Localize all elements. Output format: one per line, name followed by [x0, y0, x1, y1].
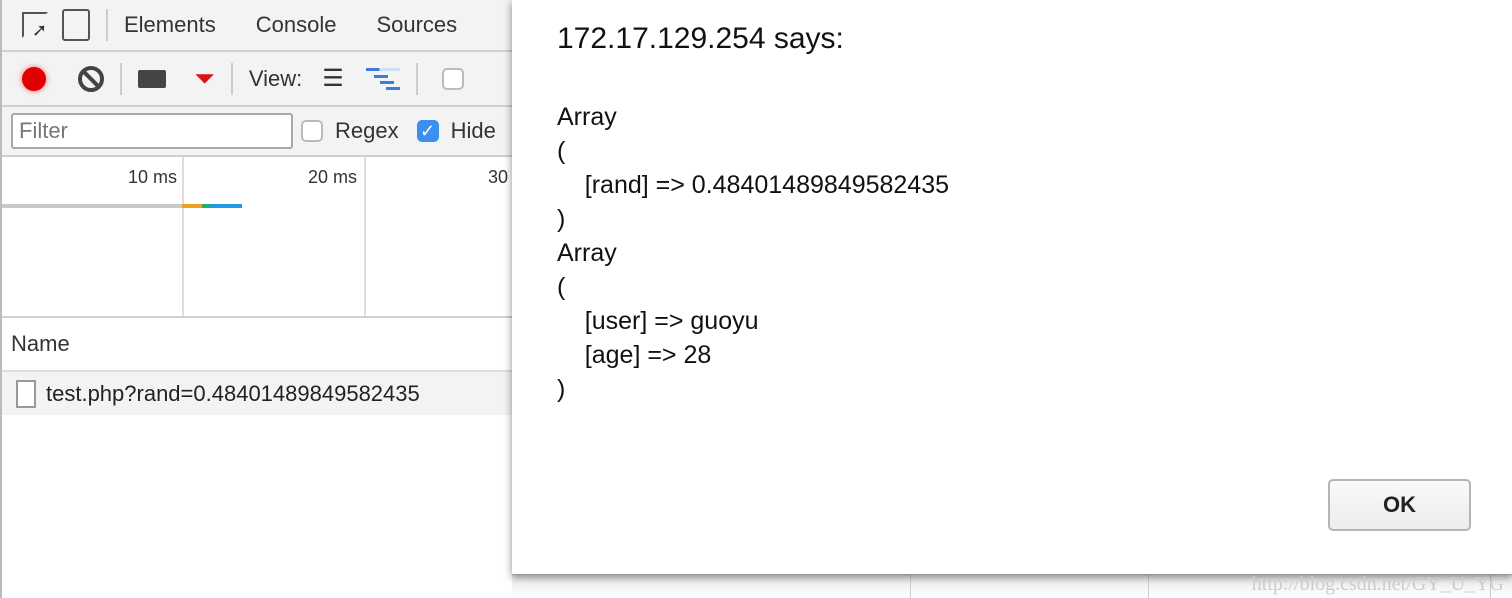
- divider: [415, 62, 418, 95]
- regex-label: Regex: [335, 118, 399, 143]
- filter-row: Regex ✓ Hide: [2, 107, 520, 157]
- hide-label: Hide: [450, 118, 496, 143]
- toolbar-checkbox[interactable]: [441, 67, 464, 90]
- gridline: [364, 157, 366, 316]
- device-toolbar-icon[interactable]: [62, 9, 90, 41]
- gridline: [182, 157, 184, 316]
- alert-dialog: 172.17.129.254 says: Array ( [rand] => 0…: [512, 0, 1512, 575]
- screenshot-camera-icon[interactable]: [138, 69, 166, 88]
- filter-funnel-icon[interactable]: ⏷: [194, 63, 215, 95]
- record-icon[interactable]: [22, 66, 46, 91]
- regex-checkbox[interactable]: [301, 120, 323, 142]
- name-column-header[interactable]: Name: [2, 318, 520, 372]
- hide-checkbox[interactable]: ✓: [416, 120, 439, 142]
- waterfall-view-icon[interactable]: [365, 67, 400, 90]
- filter-input[interactable]: [11, 113, 293, 149]
- tab-elements[interactable]: Elements: [124, 12, 216, 38]
- tick-label: 10 ms: [128, 167, 178, 187]
- tab-sources[interactable]: Sources: [376, 12, 457, 38]
- devtools-tab-bar: ➚ Elements Console Sources: [2, 0, 520, 52]
- file-icon: [16, 379, 36, 408]
- tab-console[interactable]: Console: [256, 12, 337, 38]
- divider: [230, 62, 233, 95]
- network-toolbar: ⏷ View: ☰: [2, 52, 520, 107]
- tick-label: 20 ms: [308, 167, 358, 187]
- dialog-message: Array ( [rand] => 0.48401489849582435 ) …: [557, 103, 950, 403]
- timeline-overview[interactable]: 10 ms 20 ms 30: [2, 157, 520, 318]
- request-row[interactable]: test.php?rand=0.48401489849582435: [2, 372, 520, 415]
- list-view-icon[interactable]: ☰: [322, 64, 344, 93]
- clear-icon[interactable]: [78, 65, 104, 92]
- dialog-title: 172.17.129.254 says:: [557, 22, 844, 55]
- inspect-element-icon[interactable]: ➚: [22, 12, 48, 40]
- view-label: View:: [248, 65, 303, 91]
- tick-label: 30: [488, 167, 509, 187]
- divider: [120, 62, 122, 95]
- request-bar: [2, 204, 242, 208]
- divider: [106, 9, 108, 41]
- watermark: http://blog.csdn.net/GY_U_YG: [1251, 573, 1504, 595]
- request-name: test.php?rand=0.48401489849582435: [46, 380, 420, 406]
- ok-button[interactable]: OK: [1328, 479, 1471, 531]
- devtools-panel: ➚ Elements Console Sources ⏷ View: ☰ Reg…: [0, 0, 520, 598]
